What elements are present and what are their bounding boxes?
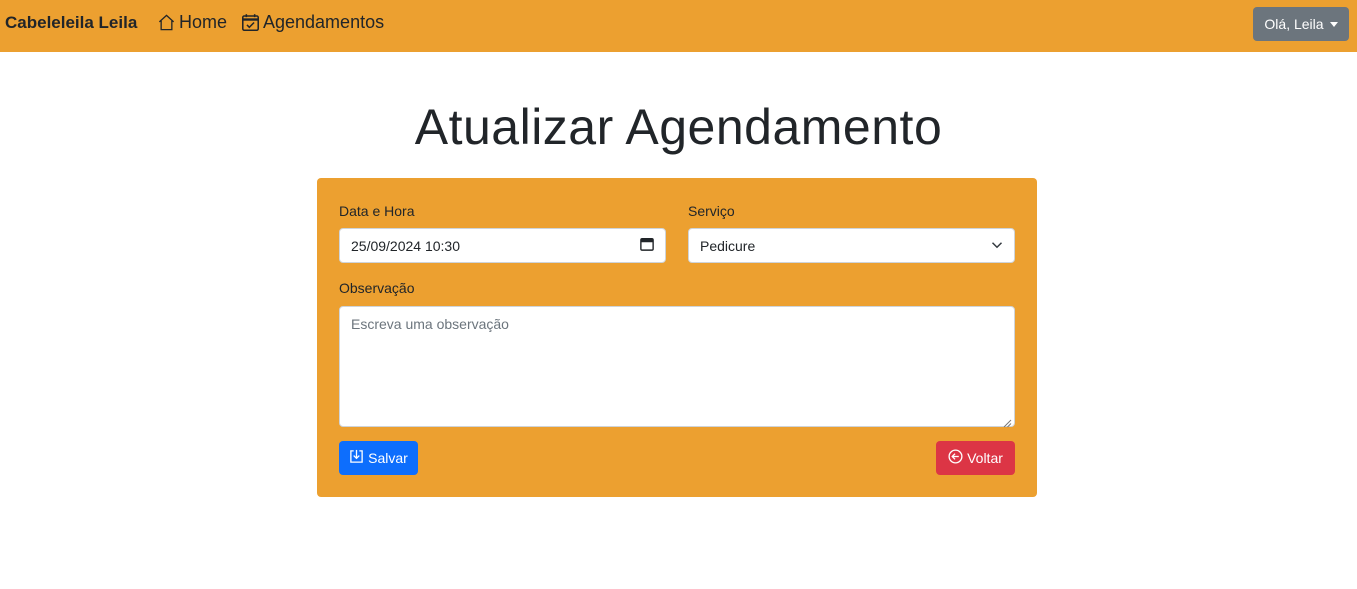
arrow-left-circle-icon: [948, 449, 963, 467]
date-time-value: 25/09/2024 10:30: [351, 237, 460, 254]
chevron-down-icon: [991, 238, 1003, 254]
calendar-check-icon: [241, 13, 260, 32]
save-button[interactable]: Salvar: [339, 441, 418, 475]
user-menu-dropdown[interactable]: Olá, Leila: [1253, 7, 1349, 41]
observation-label: Observação: [339, 280, 415, 296]
calendar-icon[interactable]: [640, 237, 654, 254]
house-icon: [157, 13, 176, 32]
back-button[interactable]: Voltar: [936, 441, 1015, 475]
service-selected-value: Pedicure: [700, 237, 756, 254]
nav-link-home[interactable]: Home: [157, 12, 227, 33]
date-time-input[interactable]: 25/09/2024 10:30: [339, 228, 666, 263]
page-title: Atualizar Agendamento: [414, 99, 943, 155]
nav-link-agendamentos-label: Agendamentos: [263, 12, 385, 32]
resize-handle-icon[interactable]: [1003, 415, 1012, 428]
user-menu-label: Olá, Leila: [1264, 16, 1324, 32]
back-button-label: Voltar: [967, 450, 1003, 466]
service-select[interactable]: Pedicure: [688, 228, 1015, 263]
appointment-form-card: Data e Hora 25/09/2024 10:30 Serviço Ped…: [317, 178, 1037, 497]
observation-placeholder: Escreva uma observação: [351, 316, 509, 332]
download-box-icon: [349, 449, 364, 467]
observation-textarea[interactable]: Escreva uma observação: [339, 306, 1015, 428]
caret-down-icon: [1329, 22, 1338, 27]
top-navbar: Cabeleleila Leila Home Agendamentos Olá,…: [0, 0, 1357, 52]
nav-link-agendamentos[interactable]: Agendamentos: [241, 12, 384, 33]
service-label: Serviço: [688, 203, 735, 219]
nav-link-home-label: Home: [179, 12, 228, 32]
save-button-label: Salvar: [368, 450, 408, 466]
brand-logo-text[interactable]: Cabeleleila Leila: [5, 13, 137, 33]
date-time-label: Data e Hora: [339, 203, 415, 219]
